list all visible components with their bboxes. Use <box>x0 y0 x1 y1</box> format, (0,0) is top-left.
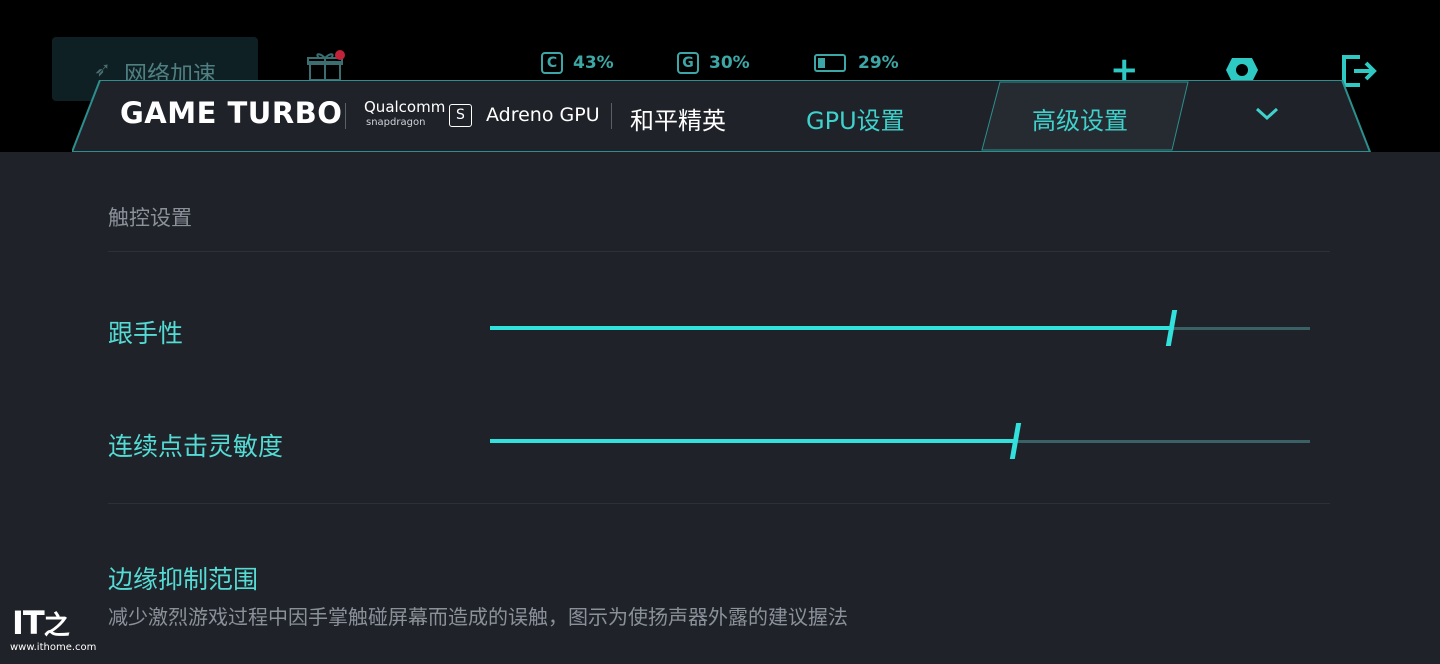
notification-dot <box>335 50 345 60</box>
battery-level: 29% <box>814 50 899 76</box>
chevron-down-icon[interactable] <box>1254 104 1280 124</box>
cpu-icon: C <box>541 52 563 74</box>
cpu-usage-value: 43% <box>573 53 614 73</box>
gpu-icon: G <box>677 52 699 74</box>
slider-fill <box>490 326 1171 330</box>
watermark: IT之 www.ithome.com <box>8 600 98 660</box>
divider <box>108 503 1330 504</box>
divider <box>611 103 612 129</box>
watermark-logo: IT之 <box>12 604 70 642</box>
section-title: 触控设置 <box>108 206 192 230</box>
gift-icon[interactable] <box>307 50 345 82</box>
snapdragon-text: snapdragon <box>366 117 426 128</box>
slider-fill <box>490 439 1015 443</box>
edge-suppression-title: 边缘抑制范围 <box>108 565 259 594</box>
gpu-usage: G 30% <box>677 50 750 76</box>
tab-gpu-settings[interactable]: GPU设置 <box>806 101 905 136</box>
cpu-usage: C 43% <box>541 50 614 76</box>
game-name: 和平精英 <box>630 107 726 135</box>
slider-label-follow: 跟手性 <box>108 319 184 348</box>
tab-advanced-settings[interactable]: 高级设置 <box>1032 101 1128 136</box>
battery-icon <box>814 54 846 72</box>
snapdragon-icon: S <box>449 104 472 127</box>
divider <box>345 103 346 129</box>
watermark-url: www.ithome.com <box>10 642 97 653</box>
gpu-usage-value: 30% <box>709 53 750 73</box>
slider-label-tap-sensitivity: 连续点击灵敏度 <box>108 432 284 461</box>
qualcomm-text: Qualcomm <box>364 98 446 116</box>
battery-level-value: 29% <box>858 53 899 73</box>
gpu-name: Adreno GPU <box>486 104 600 126</box>
app-title: GAME TURBO <box>120 96 343 130</box>
follow-slider[interactable] <box>490 310 1310 346</box>
rocket-icon: ➶ <box>94 57 111 81</box>
divider <box>108 251 1330 252</box>
edge-suppression-description: 减少激烈游戏过程中因手掌触碰屏幕而造成的误触，图示为使扬声器外露的建议握法 <box>108 605 848 629</box>
qualcomm-logo: Qualcomm snapdragon <box>364 100 445 130</box>
tap-sensitivity-slider[interactable] <box>490 423 1310 459</box>
